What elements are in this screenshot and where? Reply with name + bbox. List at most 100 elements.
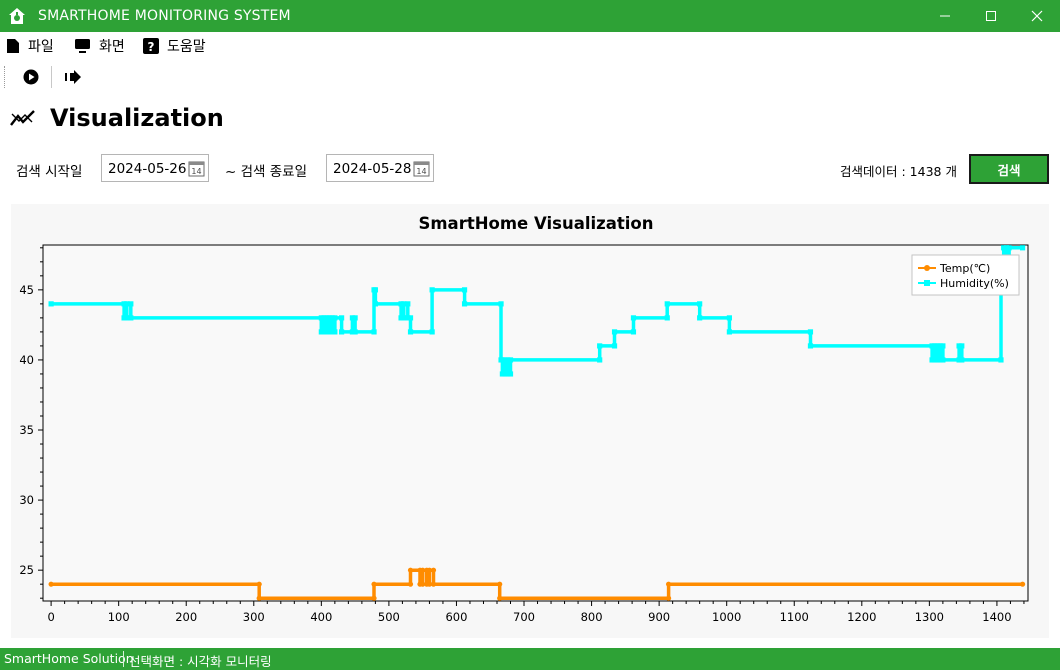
start-date-value: 2024-05-26 <box>108 161 187 177</box>
minimize-button[interactable] <box>922 0 968 32</box>
humidity-point <box>597 343 603 349</box>
calendar-icon[interactable]: 14 <box>413 160 430 177</box>
humidity-point <box>352 315 358 321</box>
humidity-point <box>371 329 377 335</box>
humidity-point <box>1006 245 1012 251</box>
humidity-point <box>998 357 1004 363</box>
chart-title: SmartHome Visualization <box>418 214 653 233</box>
temp-point <box>371 581 377 587</box>
humidity-point <box>407 329 414 335</box>
status-divider <box>123 651 124 667</box>
humidity-point <box>352 329 358 335</box>
y-tick-label: 25 <box>19 563 34 577</box>
humidity-point <box>940 357 946 363</box>
x-tick-label: 1400 <box>982 610 1011 624</box>
humidity-point <box>507 357 514 363</box>
humidity-point <box>461 301 468 307</box>
end-date-label: ~ 검색 종료일 <box>225 164 307 180</box>
temp-point <box>430 581 437 587</box>
humidity-point <box>332 315 338 321</box>
humidity-point <box>807 329 814 335</box>
humidity-point <box>461 287 468 293</box>
humidity-point <box>611 329 618 335</box>
y-tick-label: 45 <box>19 283 34 297</box>
smarthome-app-icon <box>8 7 26 25</box>
humidity-point <box>332 329 338 335</box>
y-tick-label: 40 <box>19 353 34 367</box>
plot-area <box>42 244 1029 602</box>
x-tick-label: 900 <box>648 610 670 624</box>
monitor-icon <box>75 39 90 53</box>
title-bar: SMARTHOME MONITORING SYSTEM <box>0 0 1060 32</box>
smarthome-chart: SmartHome Visualization 25 30 35 40 45 0 100 2… <box>19 214 1029 624</box>
x-tick-label: 1000 <box>712 610 741 624</box>
chart-panel: SmartHome Visualization 25 30 35 40 45 0 100 2… <box>11 204 1049 638</box>
menu-help-label: 도움말 <box>167 39 206 55</box>
end-date-picker[interactable]: 2024-05-28 14 <box>326 154 434 182</box>
search-count-label: 검색데이터 : 1438 개 <box>840 164 957 179</box>
end-date-value: 2024-05-28 <box>333 161 412 177</box>
toolbar-grip[interactable] <box>4 66 8 88</box>
y-tick-label: 30 <box>19 493 34 507</box>
temp-point <box>497 595 503 601</box>
temp-point <box>1019 581 1026 587</box>
menu-screen[interactable]: 화면 <box>74 36 125 56</box>
humidity-point <box>597 357 603 363</box>
x-tick-label: 1300 <box>915 610 944 624</box>
temp-point <box>665 581 672 587</box>
x-tick-label: 500 <box>378 610 400 624</box>
temp-point <box>407 567 414 573</box>
menu-file[interactable]: 파일 <box>6 36 54 56</box>
calendar-icon[interactable]: 14 <box>188 160 205 177</box>
humidity-point <box>507 371 514 377</box>
page-title: Visualization <box>50 104 224 132</box>
humidity-point <box>940 343 946 349</box>
status-app-name: SmartHome Solution <box>4 651 134 666</box>
search-button[interactable]: 검색 <box>969 154 1049 184</box>
temp-point <box>48 581 54 587</box>
temp-point <box>665 595 672 601</box>
humidity-point <box>429 287 435 293</box>
humidity-point <box>697 301 703 307</box>
calendar-day: 14 <box>416 167 426 176</box>
sign-out-icon <box>65 70 81 84</box>
humidity-point <box>1019 245 1026 251</box>
humidity-point <box>611 343 618 349</box>
window-title: SMARTHOME MONITORING SYSTEM <box>38 8 291 24</box>
help-icon: ? <box>143 38 159 54</box>
close-button[interactable] <box>1014 0 1060 32</box>
temp-point <box>407 581 414 587</box>
x-tick-label: 1100 <box>780 610 809 624</box>
humidity-point <box>498 301 504 307</box>
humidity-point <box>697 315 703 321</box>
start-date-picker[interactable]: 2024-05-26 14 <box>101 154 209 182</box>
chart-legend: Temp(℃) Humidity(%) <box>911 254 1020 296</box>
calendar-day: 14 <box>191 167 201 176</box>
menu-bar: 파일 화면 ? 도움말 <box>0 33 1060 57</box>
temp-point <box>371 595 377 601</box>
humidity-point <box>959 357 965 363</box>
chart-line-icon <box>10 108 36 132</box>
y-tick-label: 35 <box>19 423 34 437</box>
x-tick-label: 100 <box>108 610 130 624</box>
y-axis: 25 30 35 40 45 <box>19 247 43 599</box>
status-current-screen: 선택화면 : 시각화 모니터링 <box>129 654 272 669</box>
humidity-point <box>807 343 814 349</box>
humidity-point <box>372 301 378 307</box>
maximize-button[interactable] <box>968 0 1014 32</box>
menu-help[interactable]: ? 도움말 <box>143 36 206 56</box>
temp-point <box>256 581 262 587</box>
legend-temp-label: Temp(℃) <box>939 262 990 275</box>
humidity-point <box>664 301 670 307</box>
humidity-point <box>429 329 435 335</box>
x-tick-label: 600 <box>445 610 467 624</box>
toolbar <box>0 62 1060 92</box>
x-tick-label: 800 <box>581 610 603 624</box>
temp-point <box>497 581 503 587</box>
menu-screen-label: 화면 <box>99 39 125 55</box>
x-tick-label: 1200 <box>847 610 876 624</box>
humidity-point <box>128 301 134 307</box>
play-button[interactable] <box>20 66 42 88</box>
exit-button[interactable] <box>62 66 84 88</box>
humidity-point <box>372 287 378 293</box>
